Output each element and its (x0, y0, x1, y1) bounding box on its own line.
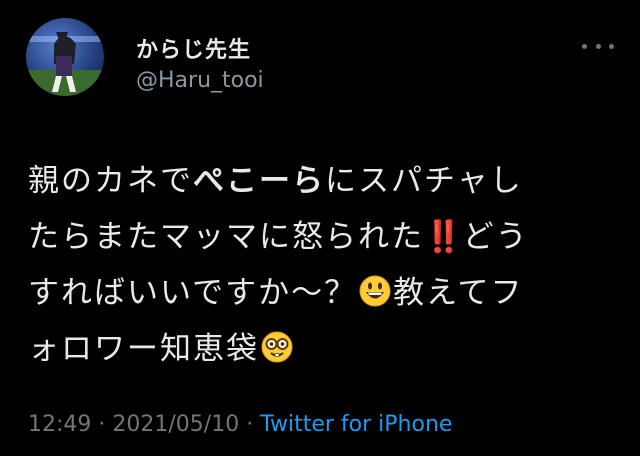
tweet-text-segment: すればいいですか〜？ (28, 275, 358, 311)
display-name[interactable]: からじ先生 (136, 32, 251, 64)
separator: · (239, 412, 261, 437)
avatar[interactable] (26, 18, 104, 96)
tweet-text-segment: 教えてフ (393, 275, 524, 311)
user-handle[interactable]: @Haru_tooi (136, 68, 264, 93)
tweet-bold-text: ぺこーら (193, 163, 325, 199)
tweet-time[interactable]: 12:49 (28, 412, 91, 437)
tweet-line: たらまたマッマに怒られた‼️ どう (28, 209, 618, 265)
tweet-line: 親のカネでぺこーらにスパチャし (28, 153, 618, 209)
tweet-text-segment: 親のカネで (28, 163, 193, 199)
double-exclamation-emoji: ‼️ (424, 219, 463, 255)
tweet-line: ォロワー知恵袋 (28, 321, 618, 377)
tweet-line: すればいいですか〜？ 教えてフ (28, 265, 618, 321)
separator: · (91, 412, 113, 437)
more-dot (595, 43, 601, 49)
tweet-text-segment: たらまたマッマに怒られた (28, 219, 424, 255)
nerd-face-emoji (261, 325, 293, 363)
more-icon[interactable] (582, 36, 614, 56)
tweet-text-segment: ォロワー知恵袋 (28, 331, 259, 367)
more-dot (582, 43, 587, 49)
tweet-meta: 12:49 · 2021/05/10 · Twitter for iPhone (28, 412, 452, 437)
tweet-text: 親のカネでぺこーらにスパチャし たらまたマッマに怒られた‼️ どう すればいいです… (28, 153, 618, 377)
tweet-date[interactable]: 2021/05/10 (112, 412, 239, 437)
more-dot (609, 43, 614, 49)
tweet-text-segment: どう (462, 219, 529, 255)
tweet-text-segment: にスパチャし (325, 163, 523, 199)
tweet-source-link[interactable]: Twitter for iPhone (260, 412, 452, 437)
grinning-face-emoji (359, 269, 391, 307)
